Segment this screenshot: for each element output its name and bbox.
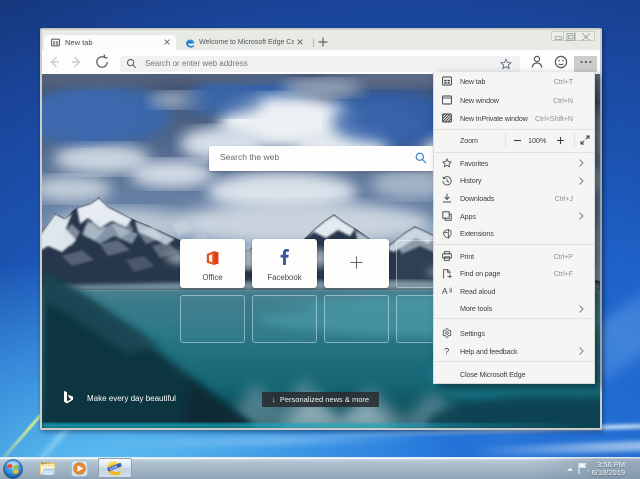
svg-text:?: ? (444, 346, 449, 356)
svg-text:A: A (442, 286, 448, 296)
